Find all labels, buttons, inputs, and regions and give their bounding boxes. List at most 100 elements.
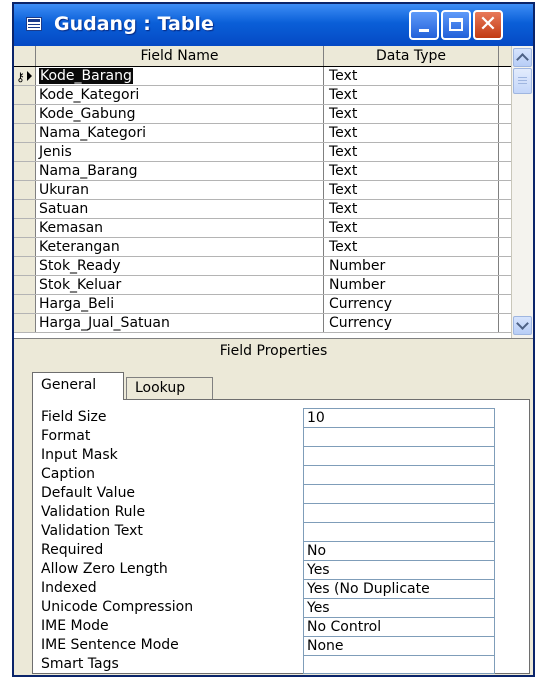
property-row: Validation Text <box>41 522 521 541</box>
field-row[interactable]: ⚷ Kode_Barang Text <box>14 67 511 86</box>
property-value-field[interactable] <box>303 484 495 503</box>
general-properties-panel: Field Size 10 Format Input Mask Caption Defau… <box>32 399 530 674</box>
row-selector[interactable]: ⚷ <box>14 67 36 85</box>
data-type-cell[interactable]: Text <box>324 86 499 104</box>
field-row[interactable]: Keterangan Text <box>14 238 511 257</box>
field-row[interactable]: Stok_Ready Number <box>14 257 511 276</box>
property-value-field[interactable] <box>303 427 495 446</box>
field-name-cell[interactable]: Nama_Kategori <box>36 124 324 142</box>
field-name-cell[interactable]: Kemasan <box>36 219 324 237</box>
property-label: Default Value <box>41 485 136 501</box>
maximize-button[interactable] <box>441 10 471 40</box>
property-value-field[interactable]: None <box>303 636 495 655</box>
field-name-cell[interactable]: Kode_Gabung <box>36 105 324 123</box>
scroll-thumb[interactable] <box>513 68 532 94</box>
field-properties-heading: Field Properties <box>219 343 328 359</box>
row-selector[interactable] <box>14 181 36 199</box>
field-name-cell[interactable]: Ukuran <box>36 181 324 199</box>
field-name-cell[interactable]: Harga_Beli <box>36 295 324 313</box>
field-row[interactable]: Ukuran Text <box>14 181 511 200</box>
field-row[interactable]: Stok_Keluar Number <box>14 276 511 295</box>
property-row: IME Mode No Control <box>41 617 521 636</box>
row-selector[interactable] <box>14 257 36 275</box>
property-value-field[interactable] <box>303 503 495 522</box>
data-type-cell[interactable]: Number <box>324 276 499 294</box>
row-selector[interactable] <box>14 162 36 180</box>
field-name-cell[interactable]: Nama_Barang <box>36 162 324 180</box>
field-row[interactable]: Kemasan Text <box>14 219 511 238</box>
property-label: Unicode Compression <box>41 599 194 615</box>
table-icon[interactable] <box>26 17 42 31</box>
data-type-cell[interactable]: Text <box>324 181 499 199</box>
row-selector[interactable] <box>14 105 36 123</box>
data-type-cell[interactable]: Number <box>324 257 499 275</box>
minimize-icon <box>419 29 429 32</box>
close-button[interactable]: ✕ <box>473 10 503 40</box>
field-name-text: Jenis <box>39 144 72 160</box>
field-name-cell[interactable]: Satuan <box>36 200 324 218</box>
row-selector[interactable] <box>14 124 36 142</box>
field-name-cell[interactable]: Kode_Barang <box>36 67 324 85</box>
property-row: Format <box>41 427 521 446</box>
grid-vertical-scrollbar[interactable] <box>511 46 533 338</box>
property-value-field[interactable] <box>303 446 495 465</box>
data-type-cell[interactable]: Text <box>324 143 499 161</box>
field-row[interactable]: Kode_Kategori Text <box>14 86 511 105</box>
title-bar[interactable]: Gudang : Table ✕ <box>14 4 533 46</box>
data-type-cell[interactable]: Text <box>324 105 499 123</box>
scroll-down-button[interactable] <box>513 316 532 335</box>
field-name-cell[interactable]: Jenis <box>36 143 324 161</box>
data-type-cell[interactable]: Text <box>324 67 499 85</box>
property-value-field[interactable]: No Control <box>303 617 495 636</box>
property-label: IME Mode <box>41 618 109 634</box>
data-type-cell[interactable]: Text <box>324 124 499 142</box>
minimize-button[interactable] <box>409 10 439 40</box>
row-selector[interactable] <box>14 238 36 256</box>
field-row[interactable]: Harga_Beli Currency <box>14 295 511 314</box>
data-type-cell[interactable]: Currency <box>324 295 499 313</box>
field-name-cell[interactable]: Kode_Kategori <box>36 86 324 104</box>
property-value-field[interactable]: Yes <box>303 560 495 579</box>
property-label: Smart Tags <box>41 656 119 672</box>
row-selector[interactable] <box>14 219 36 237</box>
tab-general[interactable]: General <box>32 372 124 400</box>
scroll-up-button[interactable] <box>513 48 532 67</box>
row-selector[interactable] <box>14 86 36 104</box>
field-row[interactable]: Jenis Text <box>14 143 511 162</box>
field-row[interactable]: Harga_Jual_Satuan Currency <box>14 314 511 333</box>
row-selector[interactable] <box>14 276 36 294</box>
property-value-field[interactable]: 10 <box>303 408 495 427</box>
property-value-field[interactable]: Yes (No Duplicate <box>303 579 495 598</box>
field-name-text: Kode_Gabung <box>39 106 136 122</box>
field-row[interactable]: Kode_Gabung Text <box>14 105 511 124</box>
property-value-field[interactable] <box>303 655 495 674</box>
property-value-field[interactable]: No <box>303 541 495 560</box>
close-icon: ✕ <box>478 12 498 37</box>
field-row[interactable]: Satuan Text <box>14 200 511 219</box>
row-selector[interactable] <box>14 200 36 218</box>
row-selector[interactable] <box>14 314 36 332</box>
data-type-cell[interactable]: Text <box>324 238 499 256</box>
data-type-cell[interactable]: Text <box>324 200 499 218</box>
field-name-text: Nama_Kategori <box>39 125 146 141</box>
field-name-cell[interactable]: Keterangan <box>36 238 324 256</box>
field-name-cell[interactable]: Stok_Ready <box>36 257 324 275</box>
data-type-cell[interactable]: Currency <box>324 314 499 332</box>
row-selector[interactable] <box>14 143 36 161</box>
field-row[interactable]: Nama_Barang Text <box>14 162 511 181</box>
property-row: Smart Tags <box>41 655 521 674</box>
field-name-cell[interactable]: Harga_Jual_Satuan <box>36 314 324 332</box>
select-all-header[interactable] <box>14 46 36 66</box>
property-value-field[interactable] <box>303 522 495 541</box>
property-value-field[interactable]: Yes <box>303 598 495 617</box>
property-row: Field Size 10 <box>41 408 521 427</box>
field-grid: Field Name Data Type ⚷ Kode_Barang Text Kod… <box>14 46 533 338</box>
data-type-cell[interactable]: Text <box>324 162 499 180</box>
data-type-cell[interactable]: Text <box>324 219 499 237</box>
field-row[interactable]: Nama_Kategori Text <box>14 124 511 143</box>
field-name-cell[interactable]: Stok_Keluar <box>36 276 324 294</box>
row-selector[interactable] <box>14 295 36 313</box>
property-value-field[interactable] <box>303 465 495 484</box>
chevron-down-icon <box>516 317 529 330</box>
tab-lookup[interactable]: Lookup <box>126 377 213 399</box>
